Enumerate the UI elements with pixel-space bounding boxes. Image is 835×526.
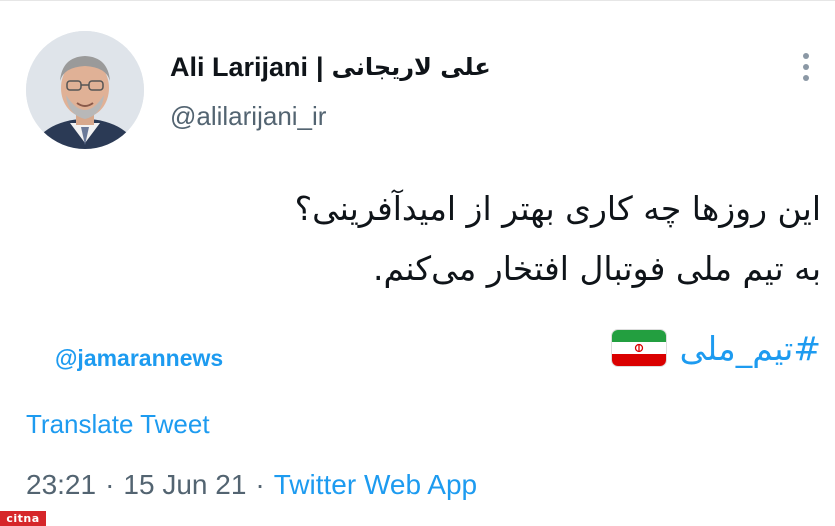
meta-separator: · [255, 469, 265, 500]
name-separator: | [316, 51, 324, 82]
tweet-meta: 23:21 · 15 Jun 21 · Twitter Web App [26, 467, 477, 503]
tweet-source-link[interactable]: Twitter Web App [274, 469, 477, 501]
tweet-line: این روزها چه کاری بهتر از امیدآفرینی؟ [294, 189, 821, 228]
avatar[interactable] [26, 31, 144, 149]
hashtag-row: #تیم_ملی [611, 323, 821, 373]
tweet-time[interactable]: 23:21 [26, 469, 96, 501]
avatar-image [26, 31, 144, 149]
more-icon-dot [803, 53, 809, 59]
more-icon-dot [803, 75, 809, 81]
meta-separator: · [105, 469, 115, 500]
tweet-card: Ali Larijani | علی لاریجانی @alilarijani… [0, 0, 835, 526]
hashtag-link[interactable]: #تیم_ملی [680, 329, 821, 368]
tweet-text: این روزها چه کاری بهتر از امیدآفرینی؟ به… [41, 179, 821, 299]
user-handle[interactable]: @alilarijani_ir [170, 101, 326, 132]
display-name-persian[interactable]: علی لاریجانی [332, 53, 491, 81]
watermark-logo: citna [0, 511, 46, 526]
mention-link[interactable]: @jamarannews [55, 345, 223, 372]
more-icon[interactable] [796, 51, 816, 83]
iran-flag-icon [611, 330, 666, 366]
more-icon-dot [803, 64, 809, 70]
tweet-line: به تیم ملی فوتبال افتخار می‌کنم. [372, 249, 821, 288]
author-name-row[interactable]: Ali Larijani | علی لاریجانی [170, 47, 491, 87]
translate-tweet-link[interactable]: Translate Tweet [26, 409, 210, 440]
display-name[interactable]: Ali Larijani [170, 52, 308, 83]
tweet-date[interactable]: 15 Jun 21 [123, 469, 246, 501]
